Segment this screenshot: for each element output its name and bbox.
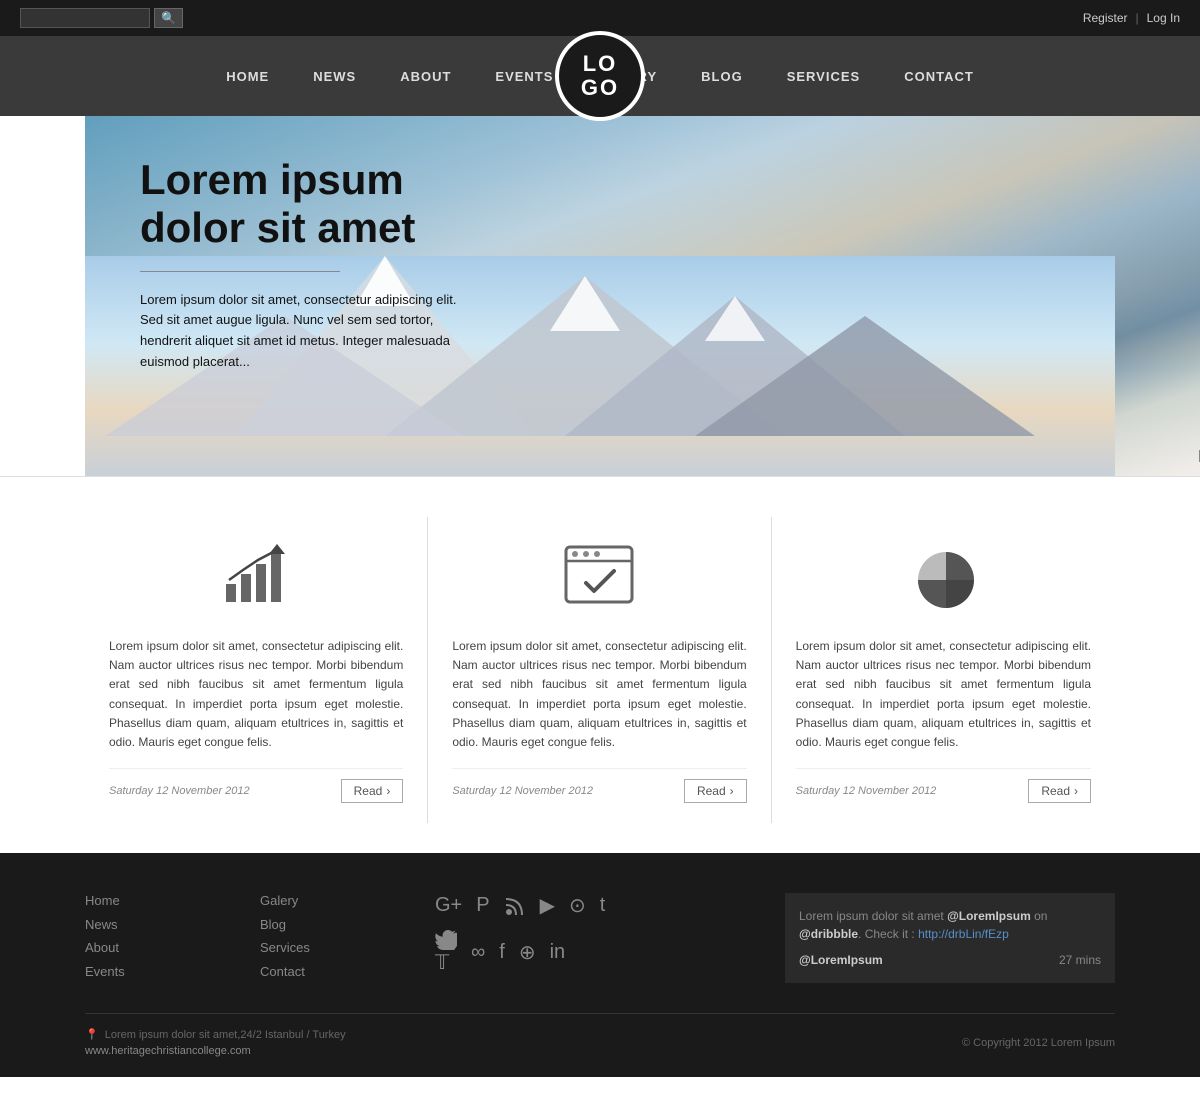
- footer-address: 📍 Lorem ipsum dolor sit amet,24/2 Istanb…: [85, 1028, 346, 1041]
- nav-item-contact[interactable]: CONTACT: [882, 69, 996, 84]
- nav-item-news[interactable]: NEWS: [291, 69, 378, 84]
- footer-link-services[interactable]: Services: [260, 940, 415, 960]
- feature-date-3: Saturday 12 November 2012: [796, 785, 937, 797]
- nav-item-about[interactable]: ABOUT: [378, 69, 473, 84]
- pie-chart-icon: [903, 537, 983, 617]
- youtube-icon[interactable]: ▶: [540, 893, 555, 918]
- footer-link-events[interactable]: Events: [85, 964, 240, 984]
- logo-top: LO: [583, 52, 618, 76]
- feature-footer-2: Saturday 12 November 2012 Read ›: [452, 768, 746, 803]
- tumblr-icon[interactable]: t: [600, 894, 606, 917]
- search-button[interactable]: 🔍: [154, 8, 183, 28]
- footer-links: Home Galery News Blog About Services Eve…: [85, 893, 415, 983]
- feature-text-2: Lorem ipsum dolor sit amet, consectetur …: [452, 637, 746, 752]
- main-nav: HOME NEWS ABOUT EVENTS LO GO GALERY BLOG…: [0, 36, 1200, 116]
- logo-bottom: GO: [581, 76, 619, 100]
- logo: LO GO: [555, 31, 645, 121]
- footer-link-contact[interactable]: Contact: [260, 964, 415, 984]
- linkedin-icon[interactable]: in: [550, 941, 566, 964]
- google-plus-icon[interactable]: G+: [435, 894, 462, 917]
- social-row-2: 𝕋 ∞ f ⊕ in: [435, 930, 765, 975]
- rss-icon[interactable]: [504, 895, 526, 917]
- feature-card-3: Lorem ipsum dolor sit amet, consectetur …: [772, 517, 1115, 823]
- social-row-1: G+ P ▶ ⊙ t: [435, 893, 765, 918]
- auth-divider: |: [1136, 11, 1139, 25]
- feature-date-2: Saturday 12 November 2012: [452, 785, 593, 797]
- read-button-3[interactable]: Read ›: [1028, 779, 1091, 803]
- footer-social: G+ P ▶ ⊙ t 𝕋 ∞ f ⊕ in: [435, 893, 765, 983]
- tweet-handle-2: @dribbble: [799, 927, 858, 941]
- pinterest-icon[interactable]: P: [476, 894, 489, 917]
- hero-divider: [140, 271, 340, 272]
- footer-link-about[interactable]: About: [85, 940, 240, 960]
- register-link[interactable]: Register: [1083, 11, 1128, 25]
- feature-card-1: Lorem ipsum dolor sit amet, consectetur …: [85, 517, 428, 823]
- tweet-handle-1: @LoremIpsum: [947, 909, 1031, 923]
- hero-title: Lorem ipsumdolor sit amet: [140, 156, 550, 253]
- nav-list: HOME NEWS ABOUT EVENTS LO GO GALERY BLOG…: [204, 69, 996, 84]
- footer-copyright: © Copyright 2012 Lorem Ipsum: [962, 1037, 1115, 1049]
- lastfm-icon[interactable]: ∞: [471, 941, 485, 964]
- browser-icon: [559, 537, 639, 617]
- hero-section: Lorem ipsumdolor sit amet Lorem ipsum do…: [85, 116, 1200, 476]
- footer-bottom: 📍 Lorem ipsum dolor sit amet,24/2 Istanb…: [85, 1013, 1115, 1057]
- search-area: 🔍: [20, 8, 183, 28]
- dribbble-icon[interactable]: ⊕: [519, 940, 536, 965]
- feature-card-2: Lorem ipsum dolor sit amet, consectetur …: [428, 517, 771, 823]
- chart-icon: [216, 537, 296, 617]
- hero-content: Lorem ipsumdolor sit amet Lorem ipsum do…: [85, 116, 605, 413]
- feature-footer-1: Saturday 12 November 2012 Read ›: [109, 768, 403, 803]
- feature-text-3: Lorem ipsum dolor sit amet, consectetur …: [796, 637, 1091, 752]
- feature-date-1: Saturday 12 November 2012: [109, 785, 250, 797]
- footer-link-galery[interactable]: Galery: [260, 893, 415, 913]
- read-button-1[interactable]: Read ›: [341, 779, 404, 803]
- location-icon: 📍: [85, 1028, 99, 1041]
- feature-text-1: Lorem ipsum dolor sit amet, consectetur …: [109, 637, 403, 752]
- feature-footer-3: Saturday 12 November 2012 Read ›: [796, 768, 1091, 803]
- features-section: Lorem ipsum dolor sit amet, consectetur …: [0, 476, 1200, 853]
- twitter-icon[interactable]: 𝕋: [435, 930, 457, 975]
- footer-inner: Home Galery News Blog About Services Eve…: [85, 893, 1115, 983]
- flickr-icon[interactable]: ⊙: [569, 893, 586, 918]
- footer-address-block: 📍 Lorem ipsum dolor sit amet,24/2 Istanb…: [85, 1028, 346, 1057]
- tweet-author: @LoremIpsum: [799, 951, 883, 969]
- search-input[interactable]: [20, 8, 150, 28]
- login-link[interactable]: Log In: [1147, 11, 1180, 25]
- nav-item-services[interactable]: SERVICES: [765, 69, 883, 84]
- nav-item-home[interactable]: HOME: [204, 69, 291, 84]
- hero-description: Lorem ipsum dolor sit amet, consectetur …: [140, 290, 460, 373]
- footer-link-news[interactable]: News: [85, 917, 240, 937]
- tweet-meta: @LoremIpsum 27 mins: [799, 951, 1101, 969]
- facebook-icon[interactable]: f: [499, 941, 505, 964]
- tweet-time: 27 mins: [1059, 951, 1101, 969]
- footer: Home Galery News Blog About Services Eve…: [0, 853, 1200, 1077]
- nav-item-blog[interactable]: BLOG: [679, 69, 765, 84]
- footer-link-home[interactable]: Home: [85, 893, 240, 913]
- footer-tweet-widget: Lorem ipsum dolor sit amet @LoremIpsum o…: [785, 893, 1115, 983]
- read-button-2[interactable]: Read ›: [684, 779, 747, 803]
- tweet-text: Lorem ipsum dolor sit amet @LoremIpsum o…: [799, 907, 1101, 943]
- auth-area: Register | Log In: [1083, 11, 1180, 25]
- footer-website: www.heritagechristiancollege.com: [85, 1045, 346, 1057]
- tweet-link[interactable]: http://drbLin/fEzp: [918, 927, 1009, 941]
- footer-link-blog[interactable]: Blog: [260, 917, 415, 937]
